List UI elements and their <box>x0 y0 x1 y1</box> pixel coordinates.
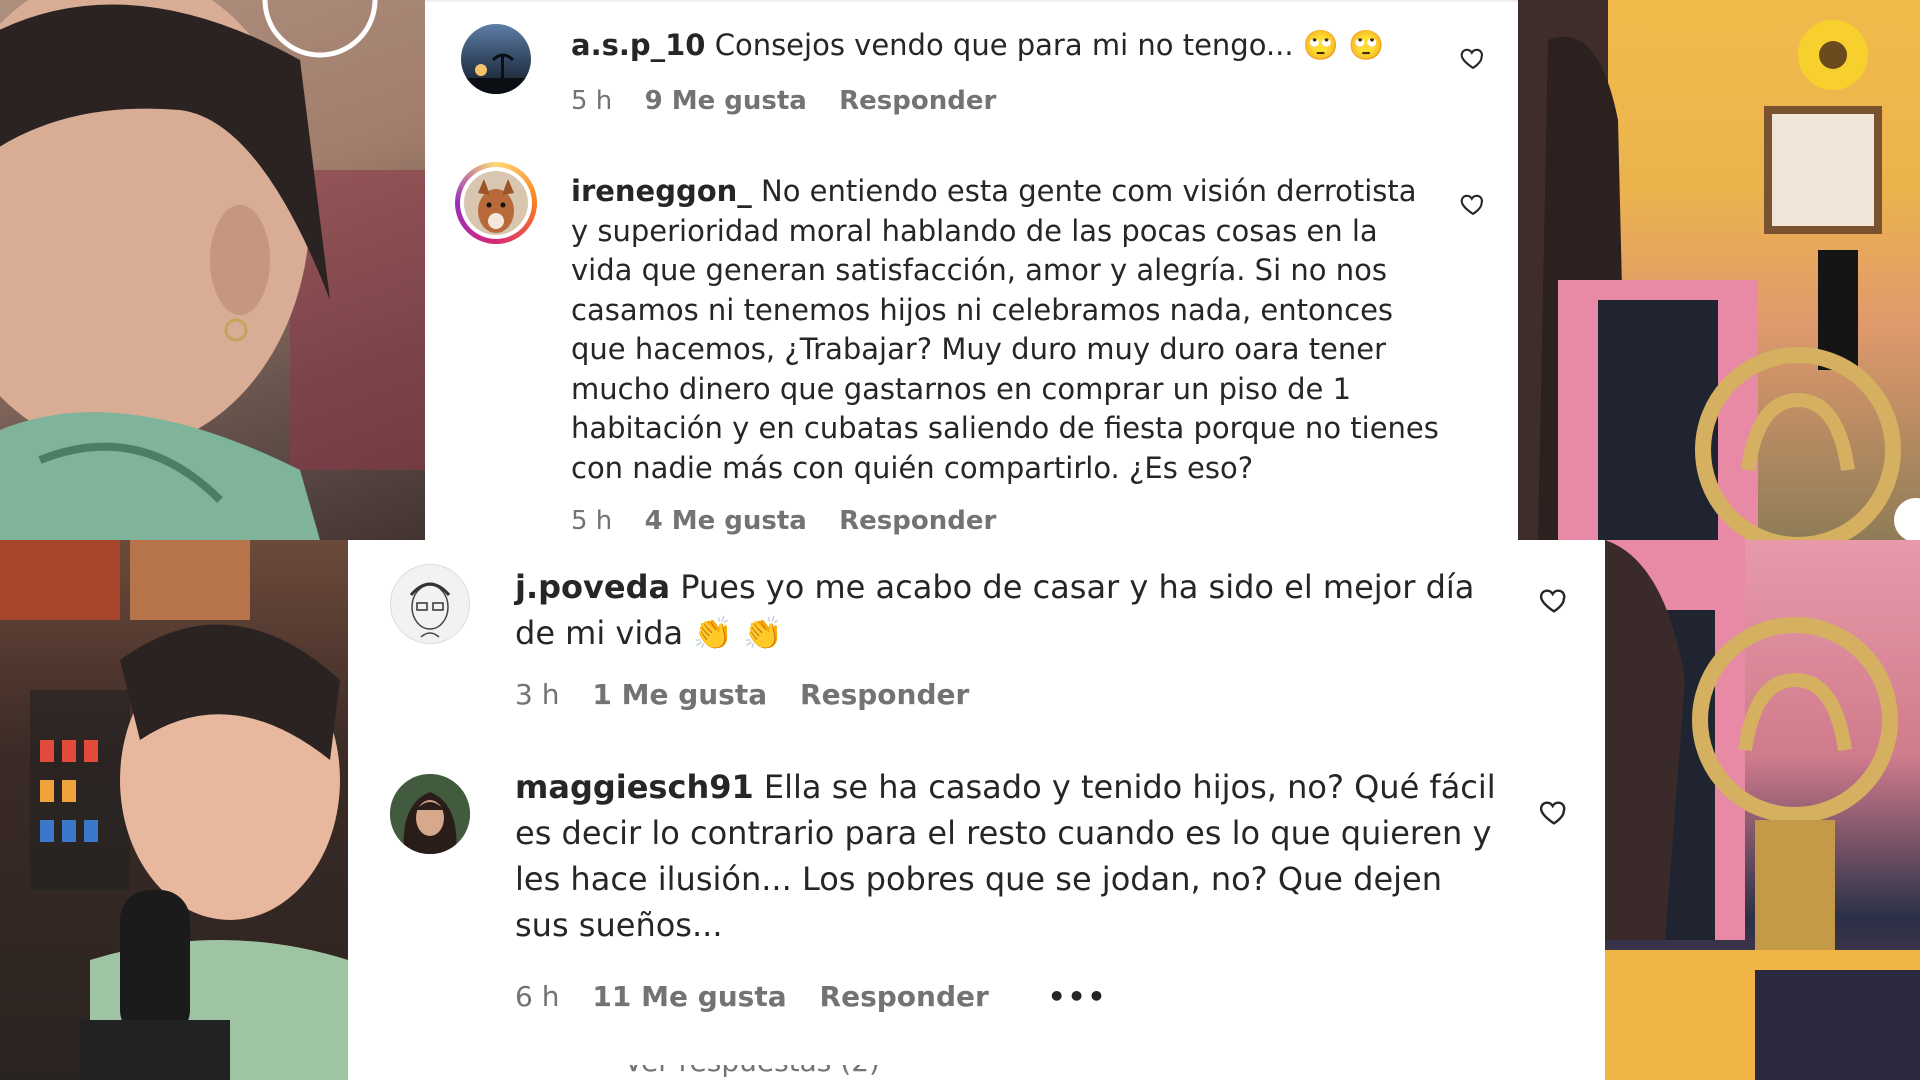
video-frame-bottom-right <box>1605 540 1920 1080</box>
comment-text: a.s.p_10 Consejos vendo que para mi no t… <box>571 26 1421 66</box>
comment-username[interactable]: maggiesch91 <box>515 768 754 806</box>
comment-body: No entiendo esta gente com visión derrot… <box>571 174 1439 485</box>
heart-icon[interactable] <box>1459 44 1487 72</box>
comment-item: a.s.p_10 Consejos vendo que para mi no t… <box>425 2 1518 142</box>
reply-button[interactable]: Responder <box>839 506 996 536</box>
comment-username[interactable]: ireneggon_ <box>571 174 752 208</box>
comment-time: 5 h <box>571 506 613 536</box>
emoji-clapping-icon: 👏 👏 <box>693 614 784 652</box>
heart-icon[interactable] <box>1538 584 1570 616</box>
comment-username[interactable]: j.poveda <box>515 568 670 606</box>
comment-text: ireneggon_ No entiendo esta gente com vi… <box>571 172 1441 488</box>
woman-microphone-illustration <box>0 540 348 1080</box>
view-replies-link[interactable]: Ver respuestas (2) <box>624 1065 880 1080</box>
comment-body: Consejos vendo que para mi no tengo... <box>714 28 1294 62</box>
likes-count[interactable]: 1 Me gusta <box>592 678 767 711</box>
top-comments-panel: a.s.p_10 Consejos vendo que para mi no t… <box>425 0 1518 542</box>
sunset-avatar-icon[interactable] <box>461 24 531 94</box>
comment-item: maggiesch91 Ella se ha casado y tenido h… <box>348 740 1605 1050</box>
reply-button[interactable]: Responder <box>839 86 996 116</box>
likes-count[interactable]: 9 Me gusta <box>645 86 807 116</box>
comment-time: 6 h <box>515 980 560 1013</box>
likes-count[interactable]: 11 Me gusta <box>592 980 786 1013</box>
video-frame-top-right <box>1518 0 1920 540</box>
woman-face-illustration <box>0 0 425 540</box>
reply-button[interactable]: Responder <box>800 678 969 711</box>
dog-avatar-icon[interactable] <box>455 162 537 244</box>
video-frame-bottom-left <box>0 540 348 1080</box>
reply-button[interactable]: Responder <box>820 980 989 1013</box>
heart-icon[interactable] <box>1538 796 1570 828</box>
sketch-avatar-icon[interactable] <box>390 564 470 644</box>
woman-avatar-icon[interactable] <box>390 774 470 854</box>
comment-text: maggiesch91 Ella se ha casado y tenido h… <box>515 764 1500 948</box>
emoji-eye-roll-icon: 🙄 🙄 <box>1302 28 1385 62</box>
bottom-comments-panel: j.poveda Pues yo me acabo de casar y ha … <box>348 540 1605 1080</box>
comment-time: 5 h <box>571 86 613 116</box>
comment-item: j.poveda Pues yo me acabo de casar y ha … <box>348 540 1605 740</box>
studio-set-illustration <box>1518 0 1920 540</box>
comment-meta: 6 h 11 Me gusta Responder ••• <box>515 980 1131 1013</box>
heart-icon[interactable] <box>1459 190 1487 218</box>
studio-trophy-illustration <box>1605 540 1920 1080</box>
comment-meta: 5 h 4 Me gusta Responder <box>571 506 1020 536</box>
view-replies-label: Ver respuestas (2) <box>624 1065 880 1077</box>
comment-meta: 3 h 1 Me gusta Responder <box>515 678 993 711</box>
video-frame-top-left <box>0 0 425 540</box>
more-options-icon[interactable]: ••• <box>1048 980 1108 1013</box>
comment-time: 3 h <box>515 678 560 711</box>
comment-username[interactable]: a.s.p_10 <box>571 28 705 62</box>
comment-item: ireneggon_ No entiendo esta gente com vi… <box>425 142 1518 542</box>
comment-meta: 5 h 9 Me gusta Responder <box>571 86 1020 116</box>
likes-count[interactable]: 4 Me gusta <box>645 506 807 536</box>
comment-text: j.poveda Pues yo me acabo de casar y ha … <box>515 564 1485 656</box>
